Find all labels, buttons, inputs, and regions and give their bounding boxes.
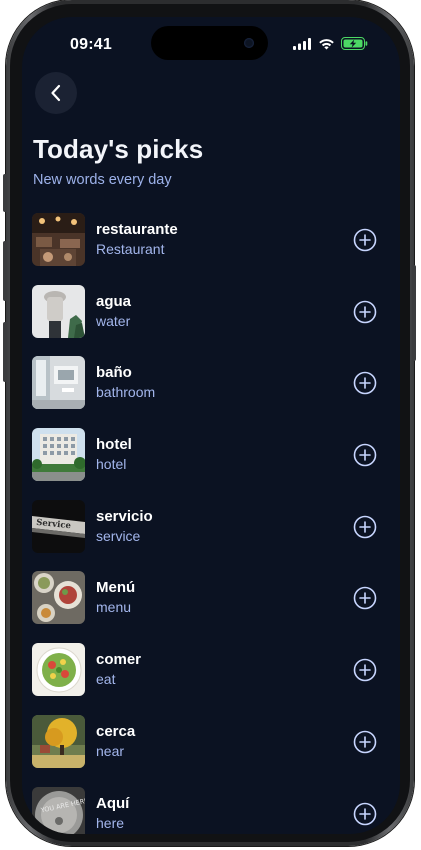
power-button (412, 265, 416, 361)
cellular-signal-icon (293, 37, 311, 50)
service-sign-photo: Service (32, 499, 85, 553)
plus-circle-icon[interactable] (353, 228, 377, 252)
word-label: Aquí (96, 794, 130, 812)
word-label: Menú (96, 579, 136, 597)
translation-label: bathroom (96, 384, 156, 401)
front-camera (244, 38, 254, 48)
page-subtitle: New words every day (33, 172, 172, 188)
tree-photo (32, 714, 85, 768)
translation-label: here (96, 814, 125, 831)
app-screen: 09:41 Today's picks New words every day (22, 17, 400, 834)
plus-circle-icon[interactable] (353, 443, 377, 467)
bathroom-photo (32, 356, 85, 410)
word-row-menu[interactable]: Menú menu (32, 571, 382, 625)
word-row-bano[interactable]: baño bathroom (32, 356, 382, 410)
plus-circle-icon[interactable] (353, 371, 377, 395)
word-label: restaurante (96, 221, 178, 238)
hotel-photo (32, 428, 85, 482)
word-label: baño (96, 364, 132, 382)
plus-circle-icon[interactable] (353, 802, 377, 826)
dynamic-island (151, 26, 268, 60)
page-title: Today's picks (33, 134, 204, 164)
word-row-servicio[interactable]: Service servicio service (32, 499, 382, 553)
plus-circle-icon[interactable] (353, 658, 377, 682)
word-row-restaurante[interactable]: restaurante Restaurant (32, 213, 382, 266)
plus-circle-icon[interactable] (353, 730, 377, 754)
word-row-aqui[interactable]: YOU ARE HERE Aquí here (32, 786, 382, 834)
translation-label: Restaurant (96, 241, 165, 257)
word-row-agua[interactable]: agua water (32, 284, 382, 338)
word-row-comer[interactable]: comer eat (32, 643, 382, 697)
you-are-here-photo: YOU ARE HERE (32, 786, 85, 834)
back-button[interactable] (35, 72, 77, 114)
volume-up-button (3, 241, 7, 301)
translation-label: menu (96, 599, 132, 616)
word-label: hotel (96, 436, 132, 454)
translation-label: water (96, 312, 131, 329)
action-button (3, 174, 7, 212)
water-photo (32, 284, 85, 338)
status-icons (293, 37, 368, 50)
battery-charging-icon (341, 37, 368, 50)
translation-label: eat (96, 671, 116, 688)
translation-label: hotel (96, 456, 127, 473)
salad-photo (32, 643, 85, 697)
word-row-cerca[interactable]: cerca near (32, 714, 382, 768)
word-row-hotel[interactable]: hotel hotel (32, 428, 382, 482)
plus-circle-icon[interactable] (353, 586, 377, 610)
wifi-icon (319, 38, 334, 49)
menu-food-photo (32, 571, 85, 625)
word-list: restaurante Restaurant agua water baño b… (32, 213, 382, 834)
plus-circle-icon[interactable] (353, 515, 377, 539)
restaurant-photo (32, 213, 85, 266)
word-label: cerca (96, 722, 136, 740)
chevron-left-icon (51, 84, 61, 102)
word-label: servicio (96, 507, 153, 525)
word-label: agua (96, 292, 132, 310)
translation-label: service (96, 527, 141, 544)
status-time: 09:41 (70, 36, 112, 53)
translation-label: near (96, 742, 125, 759)
plus-circle-icon[interactable] (353, 300, 377, 324)
volume-down-button (3, 322, 7, 382)
word-label: comer (96, 651, 142, 669)
